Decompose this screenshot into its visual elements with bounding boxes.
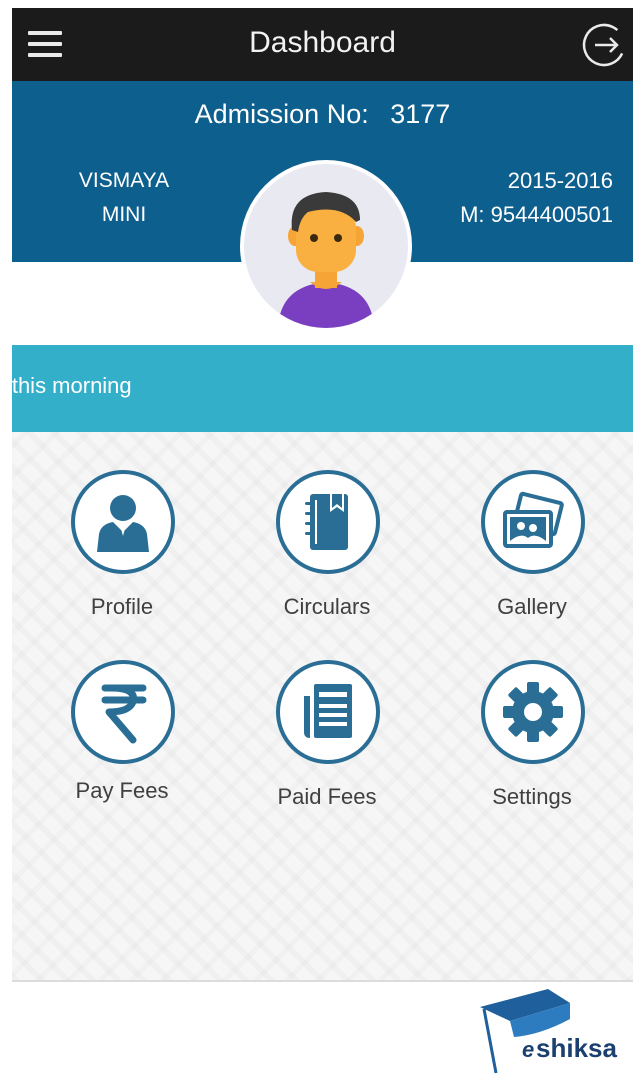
eshiksa-logo: e shiksa <box>480 989 617 1074</box>
gear-icon <box>503 682 563 742</box>
mobile-number: M: 9544400501 <box>460 202 613 227</box>
admission-label: Admission No: <box>194 99 369 129</box>
news-ticker: • this morning <box>0 345 633 432</box>
menu-icon-circle <box>276 470 380 574</box>
menu-tile-settings[interactable]: Settings <box>437 660 627 830</box>
menu-tile-profile[interactable]: Profile <box>27 470 217 640</box>
user-avatar-icon <box>278 192 374 328</box>
student-first-name: VISMAYA <box>78 169 170 192</box>
menu-tile-circulars[interactable]: Circulars <box>232 470 422 640</box>
app-bar: Dashboard <box>12 8 633 81</box>
avatar[interactable] <box>240 160 412 332</box>
student-last-name: MINI <box>101 203 147 226</box>
admission-value: 3177 <box>390 99 451 129</box>
menu-label: Settings <box>492 784 572 809</box>
admission-number: Admission No: 3177 <box>12 99 633 130</box>
profile-icon <box>97 495 149 552</box>
menu-icon-circle <box>481 660 585 764</box>
menu-label: Pay Fees <box>75 778 169 803</box>
logo-text-e: e <box>522 1037 534 1062</box>
page-title: Dashboard <box>249 26 396 59</box>
circulars-icon <box>305 494 348 550</box>
academic-year: 2015-2016 <box>507 168 613 193</box>
student-name: VISMAYA MINI <box>44 164 204 232</box>
menu-icon-circle <box>71 470 175 574</box>
menu-tile-paid-fees[interactable]: Paid Fees <box>232 660 422 830</box>
menu-label: Profile <box>90 594 154 619</box>
rupee-icon <box>101 684 147 744</box>
logout-icon[interactable] <box>581 22 627 68</box>
menu-icon-circle <box>481 470 585 574</box>
logo-text: shiksa <box>536 1033 617 1063</box>
gallery-icon <box>503 491 564 548</box>
menu-icon-circle <box>276 660 380 764</box>
menu-grid: Profile Circulars Gallery Pay Fees Paid … <box>12 432 633 982</box>
menu-label: Gallery <box>497 594 567 619</box>
menu-label: Paid Fees <box>277 784 377 809</box>
ticker-text: • this morning <box>0 373 132 398</box>
student-meta: 2015-2016 M: 9544400501 <box>460 164 613 232</box>
menu-icon-circle <box>71 660 175 764</box>
menu-tile-gallery[interactable]: Gallery <box>437 470 627 640</box>
receipt-icon <box>304 684 352 738</box>
menu-tile-pay-fees[interactable]: Pay Fees <box>27 660 217 830</box>
menu-label: Circulars <box>283 594 371 619</box>
